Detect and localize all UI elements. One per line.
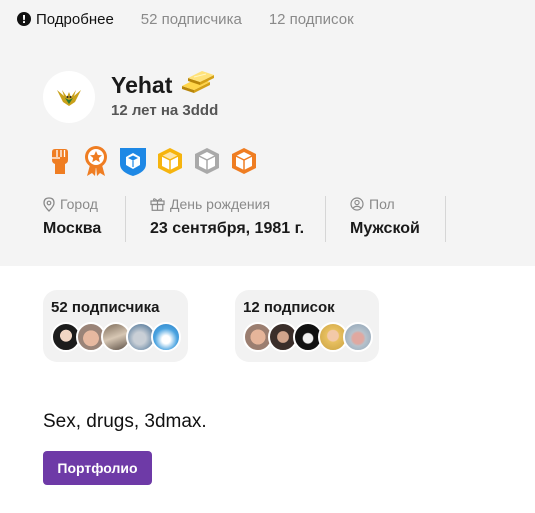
gender-value: Мужской — [350, 220, 420, 237]
blue-cube-shield-badge-icon[interactable] — [118, 144, 148, 178]
profile-card: Yehat 12 лет на 3ddd Город Москва День р… — [0, 38, 535, 266]
silver-cube-badge-icon[interactable] — [192, 144, 222, 178]
gold-bars-icon — [180, 68, 216, 99]
badge-list — [44, 144, 259, 178]
member-since: 12 лет на 3ddd — [111, 102, 219, 119]
tab-followers-label: 52 подписчика — [140, 10, 242, 28]
following-box[interactable]: 12 подписок — [235, 290, 379, 362]
gold-cube-badge-icon[interactable] — [155, 144, 185, 178]
location-pin-icon — [43, 196, 55, 212]
exclamation-icon: ! — [17, 12, 31, 26]
city-value: Москва — [43, 220, 102, 237]
info-city: Город Москва — [43, 196, 125, 242]
gender-label: Пол — [369, 196, 395, 212]
portfolio-button[interactable]: Портфолио — [43, 451, 152, 485]
info-gender: Пол Мужской — [326, 196, 445, 242]
tab-following[interactable]: 12 подписок — [269, 11, 354, 28]
followers-avatars — [51, 322, 181, 352]
tab-details-label: Подробнее — [36, 10, 114, 28]
tab-details[interactable]: ! Подробнее — [17, 11, 114, 28]
avatar[interactable] — [43, 71, 95, 123]
about-text: Sex, drugs, 3dmax. — [43, 411, 207, 432]
username: Yehat — [111, 72, 173, 98]
tab-following-label: 12 подписок — [268, 10, 354, 28]
following-avatar[interactable] — [343, 322, 373, 352]
birthday-label: День рождения — [170, 196, 271, 212]
city-label: Город — [60, 196, 98, 212]
info-divider — [445, 196, 446, 242]
birthday-value: 23 сентября, 1981 г. — [150, 220, 305, 237]
profile-info: Город Москва День рождения 23 сентября, … — [43, 196, 446, 242]
bird-avatar-icon — [57, 90, 81, 106]
followers-title: 52 подписчика — [51, 299, 160, 316]
bronze-cube-badge-icon[interactable] — [229, 144, 259, 178]
follower-avatar[interactable] — [151, 322, 181, 352]
following-title: 12 подписок — [243, 299, 335, 316]
user-circle-icon — [350, 197, 364, 211]
info-birthday: День рождения 23 сентября, 1981 г. — [126, 196, 325, 242]
following-avatars — [243, 322, 373, 352]
profile-tabs: ! Подробнее 52 подписчика 12 подписок — [0, 0, 535, 38]
star-medal-badge-icon[interactable] — [81, 144, 111, 178]
gift-icon — [150, 198, 165, 211]
followers-box[interactable]: 52 подписчика — [43, 290, 188, 362]
tab-followers[interactable]: 52 подписчика — [141, 11, 242, 28]
fist-badge-icon[interactable] — [44, 144, 74, 178]
